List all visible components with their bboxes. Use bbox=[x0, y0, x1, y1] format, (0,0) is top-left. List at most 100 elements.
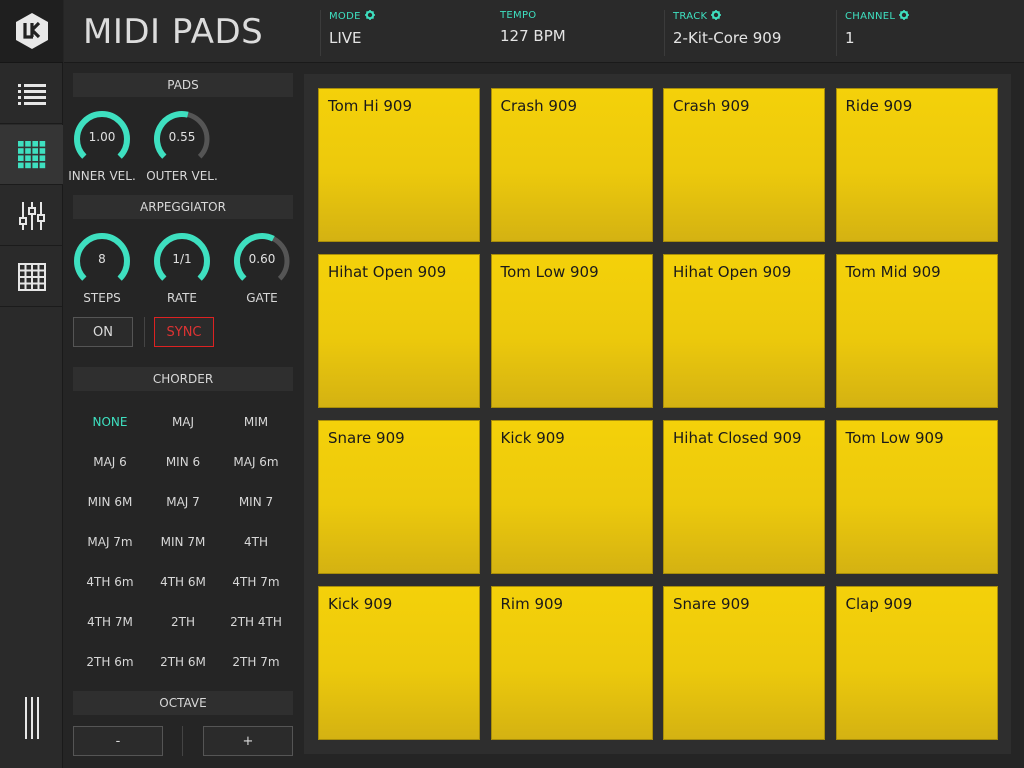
chord-option[interactable]: MIN 6M bbox=[73, 495, 147, 509]
drum-pad[interactable]: Snare 909 bbox=[663, 586, 825, 740]
chord-option[interactable]: 2TH bbox=[146, 615, 220, 629]
drum-pad[interactable]: Kick 909 bbox=[318, 586, 480, 740]
pad-grid-icon bbox=[17, 140, 45, 168]
pad-label: Crash 909 bbox=[500, 97, 578, 115]
chord-option[interactable]: MIN 6 bbox=[146, 455, 220, 469]
sidebar-bottom-button[interactable] bbox=[0, 690, 63, 746]
arp-on-button[interactable]: ON bbox=[73, 317, 133, 347]
gear-icon[interactable] bbox=[899, 10, 910, 23]
chord-option[interactable]: MAJ 6m bbox=[219, 455, 293, 469]
channel-field[interactable]: CHANNEL 1 bbox=[836, 10, 1016, 56]
chorder-section-header: CHORDER bbox=[73, 367, 293, 391]
chord-option[interactable]: MAJ 7 bbox=[146, 495, 220, 509]
chord-option[interactable]: MAJ 6 bbox=[73, 455, 147, 469]
divider bbox=[144, 317, 145, 347]
pads-section-header: PADS bbox=[73, 73, 293, 97]
drum-pad[interactable]: Kick 909 bbox=[490, 420, 653, 574]
drum-pad[interactable]: Snare 909 bbox=[318, 420, 480, 574]
vertical-lines-icon bbox=[24, 697, 39, 739]
chord-option[interactable]: 2TH 6m bbox=[73, 655, 147, 669]
knob-label: INNER VEL. bbox=[68, 169, 136, 183]
chord-option[interactable]: MAJ 7m bbox=[73, 535, 147, 549]
drum-pad[interactable]: Tom Low 909 bbox=[490, 254, 653, 408]
outer-velocity-knob[interactable]: 0.55 bbox=[152, 109, 212, 165]
chord-option[interactable]: 4TH 6M bbox=[146, 575, 220, 589]
knob-value: 1/1 bbox=[172, 252, 192, 266]
chord-option[interactable]: MIN 7M bbox=[146, 535, 220, 549]
gear-icon[interactable] bbox=[364, 10, 375, 23]
lk-logo-icon bbox=[15, 13, 48, 49]
track-field[interactable]: TRACK 2-Kit-Core 909 bbox=[664, 10, 836, 56]
drum-pad[interactable]: Rim 909 bbox=[490, 586, 653, 740]
pad-label: Ride 909 bbox=[845, 97, 913, 115]
mode-field[interactable]: MODE LIVE bbox=[320, 10, 492, 56]
sidebar-item-list[interactable] bbox=[0, 64, 63, 124]
rate-knob[interactable]: 1/1 bbox=[152, 231, 212, 287]
pad-label: Crash 909 bbox=[673, 97, 750, 115]
knob-value: 0.55 bbox=[168, 130, 196, 144]
drum-pad[interactable]: Clap 909 bbox=[835, 586, 998, 740]
chord-option[interactable]: MIM bbox=[219, 415, 293, 429]
octave-up-button[interactable]: + bbox=[203, 726, 293, 756]
drum-pad[interactable]: Tom Mid 909 bbox=[835, 254, 998, 408]
chord-option[interactable]: 2TH 7m bbox=[219, 655, 293, 669]
pad-label: Hihat Open 909 bbox=[673, 263, 792, 281]
control-panel: PADS 1.00 INNER VEL. 0.55 OUTER VEL. ARP… bbox=[64, 64, 302, 768]
chord-option[interactable]: 2TH 4TH bbox=[219, 615, 293, 629]
chord-option[interactable]: NONE bbox=[73, 415, 147, 429]
track-value: 2-Kit-Core 909 bbox=[673, 29, 782, 47]
chord-option[interactable]: 4TH bbox=[219, 535, 293, 549]
mode-label: MODE bbox=[329, 11, 361, 22]
chord-option[interactable]: 4TH 7m bbox=[219, 575, 293, 589]
pad-label: Kick 909 bbox=[500, 429, 565, 447]
pad-label: Tom Mid 909 bbox=[845, 263, 941, 281]
channel-label: CHANNEL bbox=[845, 11, 896, 22]
pad-label: Tom Hi 909 bbox=[328, 97, 413, 115]
chord-option[interactable]: 4TH 7M bbox=[73, 615, 147, 629]
drum-pad[interactable]: Crash 909 bbox=[663, 88, 825, 242]
drum-pad[interactable]: Tom Hi 909 bbox=[318, 88, 480, 242]
header: MIDI PADS MODE LIVE TEMPO 127 BPM TRACK … bbox=[64, 0, 1024, 63]
gear-icon[interactable] bbox=[711, 10, 722, 23]
tempo-field[interactable]: TEMPO 127 BPM bbox=[492, 10, 664, 56]
sidebar-item-sequencer[interactable] bbox=[0, 247, 63, 307]
octave-down-button[interactable]: - bbox=[73, 726, 163, 756]
pad-label: Snare 909 bbox=[673, 595, 750, 613]
steps-knob[interactable]: 8 bbox=[72, 231, 132, 287]
pad-label: Tom Low 909 bbox=[500, 263, 599, 281]
drum-pad[interactable]: Hihat Closed 909 bbox=[663, 420, 825, 574]
channel-value: 1 bbox=[845, 29, 855, 47]
drum-pad[interactable]: Crash 909 bbox=[490, 88, 653, 242]
sidebar bbox=[0, 0, 63, 768]
arp-sync-button[interactable]: SYNC bbox=[154, 317, 214, 347]
pad-label: Hihat Closed 909 bbox=[673, 429, 802, 447]
inner-velocity-knob[interactable]: 1.00 bbox=[72, 109, 132, 165]
drum-pad[interactable]: Hihat Open 909 bbox=[318, 254, 480, 408]
chord-option[interactable]: MAJ bbox=[146, 415, 220, 429]
track-label: TRACK bbox=[673, 11, 708, 22]
gate-knob[interactable]: 0.60 bbox=[232, 231, 292, 287]
list-icon bbox=[17, 83, 46, 105]
drum-pad[interactable]: Ride 909 bbox=[835, 88, 998, 242]
tempo-label: TEMPO bbox=[500, 10, 537, 21]
chord-option[interactable]: MIN 7 bbox=[219, 495, 293, 509]
tempo-value: 127 BPM bbox=[500, 27, 566, 45]
mode-value: LIVE bbox=[329, 29, 362, 47]
pad-label: Clap 909 bbox=[845, 595, 913, 613]
logo[interactable] bbox=[0, 0, 63, 63]
chord-option[interactable]: 2TH 6M bbox=[146, 655, 220, 669]
pad-label: Rim 909 bbox=[500, 595, 564, 613]
divider bbox=[182, 726, 183, 756]
sidebar-item-pads[interactable] bbox=[0, 125, 63, 185]
drum-pad[interactable]: Tom Low 909 bbox=[835, 420, 998, 574]
knob-value: 0.60 bbox=[248, 252, 276, 266]
chord-option[interactable]: 4TH 6m bbox=[73, 575, 147, 589]
pad-label: Tom Low 909 bbox=[845, 429, 944, 447]
knob-label: STEPS bbox=[83, 291, 121, 305]
pad-label: Kick 909 bbox=[328, 595, 393, 613]
page-title: MIDI PADS bbox=[83, 12, 264, 52]
knob-value: 1.00 bbox=[88, 130, 116, 144]
knob-label: GATE bbox=[246, 291, 278, 305]
sidebar-item-mixer[interactable] bbox=[0, 186, 63, 246]
drum-pad[interactable]: Hihat Open 909 bbox=[663, 254, 825, 408]
